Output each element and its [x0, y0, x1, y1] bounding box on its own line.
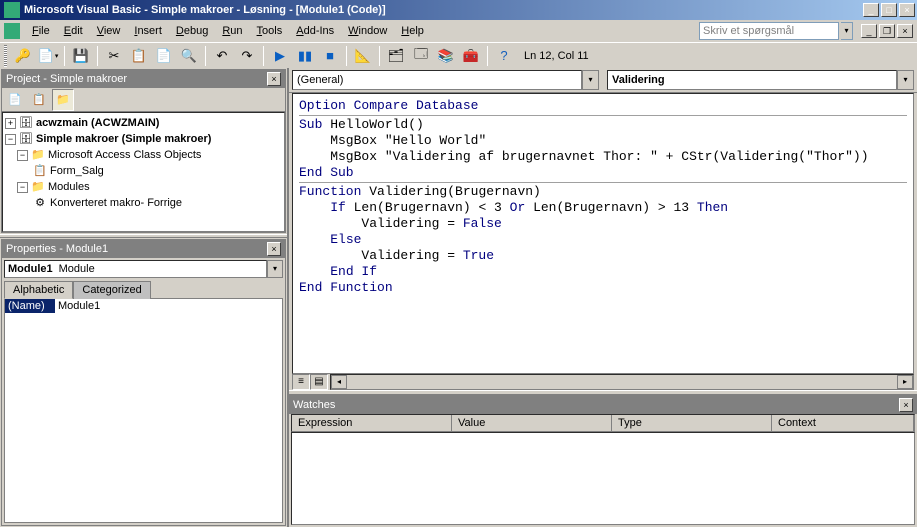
project-panel-title: Project - Simple makroer [6, 73, 127, 85]
properties-window-icon[interactable]: 🗔 [410, 45, 432, 67]
view-access-icon[interactable]: 🔑 [12, 45, 34, 67]
menu-window[interactable]: Window [342, 23, 393, 39]
scroll-right-icon[interactable]: ▸ [897, 375, 913, 389]
ask-question-input[interactable]: Skriv et spørgsmål [699, 22, 839, 40]
properties-object-dropdown[interactable]: ▾ [267, 260, 283, 278]
view-object-icon[interactable]: 📋 [28, 89, 50, 111]
project-explorer-panel: Project - Simple makroer × 📄 📋 📁 +🗄acwzm… [1, 69, 286, 233]
properties-object-combo[interactable]: Module1 Module [4, 260, 267, 278]
find-icon[interactable]: 🔍 [178, 45, 200, 67]
view-code-icon[interactable]: 📄 [4, 89, 26, 111]
menu-view[interactable]: View [91, 23, 127, 39]
procedure-combo[interactable]: Validering [607, 70, 897, 90]
prop-name-cell[interactable]: (Name) [5, 299, 55, 313]
properties-panel-title: Properties - Module1 [6, 243, 108, 255]
menu-insert[interactable]: Insert [128, 23, 168, 39]
left-horizontal-splitter[interactable] [0, 234, 287, 238]
undo-icon[interactable]: ↶ [211, 45, 233, 67]
run-icon[interactable]: ▶ [269, 45, 291, 67]
menu-addins[interactable]: Add-Ins [290, 23, 340, 39]
reset-icon[interactable]: ■ [319, 45, 341, 67]
minimize-button[interactable]: _ [863, 3, 879, 17]
menu-debug[interactable]: Debug [170, 23, 214, 39]
watches-body[interactable] [291, 432, 915, 525]
project-explorer-icon[interactable]: 🗂 [385, 45, 407, 67]
watches-header: Expression Value Type Context [291, 414, 915, 432]
tree-project-acwzmain[interactable]: +🗄acwzmain (ACWZMAIN) [5, 115, 282, 131]
close-button[interactable]: × [899, 3, 915, 17]
watches-panel: Watches × Expression Value Type Context [289, 395, 917, 527]
copy-icon[interactable]: 📋 [128, 45, 150, 67]
design-mode-icon[interactable]: 📐 [352, 45, 374, 67]
full-module-view-icon[interactable]: ▤ [310, 374, 328, 390]
mdi-icon [4, 23, 20, 39]
watches-title: Watches [293, 399, 335, 411]
break-icon[interactable]: ▮▮ [294, 45, 316, 67]
toolbox-icon[interactable]: 🧰 [460, 45, 482, 67]
ask-placeholder: Skriv et spørgsmål [703, 25, 794, 37]
project-panel-close-button[interactable]: × [267, 72, 281, 86]
prop-value-cell[interactable]: Module1 [55, 299, 282, 313]
tree-form-salg[interactable]: 📋Form_Salg [5, 163, 282, 179]
menu-file[interactable]: File [26, 23, 56, 39]
help-icon[interactable]: ? [493, 45, 515, 67]
standard-toolbar: 🔑 📄▾ 💾 ✂ 📋 📄 🔍 ↶ ↷ ▶ ▮▮ ■ 📐 🗂 🗔 📚 🧰 ? Ln… [0, 42, 917, 68]
toggle-folders-icon[interactable]: 📁 [52, 89, 74, 111]
properties-panel-close-button[interactable]: × [267, 242, 281, 256]
procedure-combo-dropdown[interactable]: ▾ [897, 70, 914, 90]
toolbar-grip[interactable] [4, 45, 7, 67]
mdi-restore-button[interactable]: ❐ [879, 24, 895, 38]
tree-folder-modules[interactable]: −📁Modules [5, 179, 282, 195]
procedure-view-icon[interactable]: ≡ [292, 374, 310, 390]
properties-grid[interactable]: (Name) Module1 [4, 298, 283, 523]
object-browser-icon[interactable]: 📚 [435, 45, 457, 67]
tree-folder-class-objects[interactable]: −📁Microsoft Access Class Objects [5, 147, 282, 163]
properties-panel: Properties - Module1 × Module1 Module ▾ … [1, 239, 286, 526]
code-editor[interactable]: Option Compare DatabaseSub HelloWorld() … [292, 93, 914, 374]
menu-edit[interactable]: Edit [58, 23, 89, 39]
watch-col-type[interactable]: Type [612, 415, 772, 431]
window-title: Microsoft Visual Basic - Simple makroer … [24, 4, 863, 16]
redo-icon[interactable]: ↷ [236, 45, 258, 67]
watch-col-expression[interactable]: Expression [292, 415, 452, 431]
mdi-minimize-button[interactable]: _ [861, 24, 877, 38]
ask-question-dropdown[interactable]: ▾ [841, 22, 853, 40]
tree-project-simple-makroer[interactable]: −🗄Simple makroer (Simple makroer) [5, 131, 282, 147]
watches-close-button[interactable]: × [899, 398, 913, 412]
tree-module-konverteret[interactable]: ⚙Konverteret makro- Forrige [5, 195, 282, 211]
project-tree[interactable]: +🗄acwzmain (ACWZMAIN) −🗄Simple makroer (… [2, 112, 285, 232]
window-titlebar: Microsoft Visual Basic - Simple makroer … [0, 0, 917, 20]
tab-categorized[interactable]: Categorized [73, 281, 150, 299]
object-combo-dropdown[interactable]: ▾ [582, 70, 599, 90]
object-combo[interactable]: (General) [292, 70, 582, 90]
paste-icon[interactable]: 📄 [153, 45, 175, 67]
menubar: File Edit View Insert Debug Run Tools Ad… [0, 20, 917, 42]
tab-alphabetic[interactable]: Alphabetic [4, 281, 73, 299]
maximize-button[interactable]: □ [881, 3, 897, 17]
watch-col-context[interactable]: Context [772, 415, 914, 431]
app-icon [4, 2, 20, 18]
menu-tools[interactable]: Tools [251, 23, 289, 39]
menu-run[interactable]: Run [216, 23, 248, 39]
cut-icon[interactable]: ✂ [103, 45, 125, 67]
horizontal-scrollbar[interactable]: ◂ ▸ [330, 374, 914, 390]
insert-dropdown-icon[interactable]: 📄▾ [37, 45, 59, 67]
scroll-left-icon[interactable]: ◂ [331, 375, 347, 389]
mdi-close-button[interactable]: × [897, 24, 913, 38]
menu-help[interactable]: Help [395, 23, 430, 39]
watch-col-value[interactable]: Value [452, 415, 612, 431]
save-icon[interactable]: 💾 [70, 45, 92, 67]
cursor-position: Ln 12, Col 11 [524, 50, 589, 62]
